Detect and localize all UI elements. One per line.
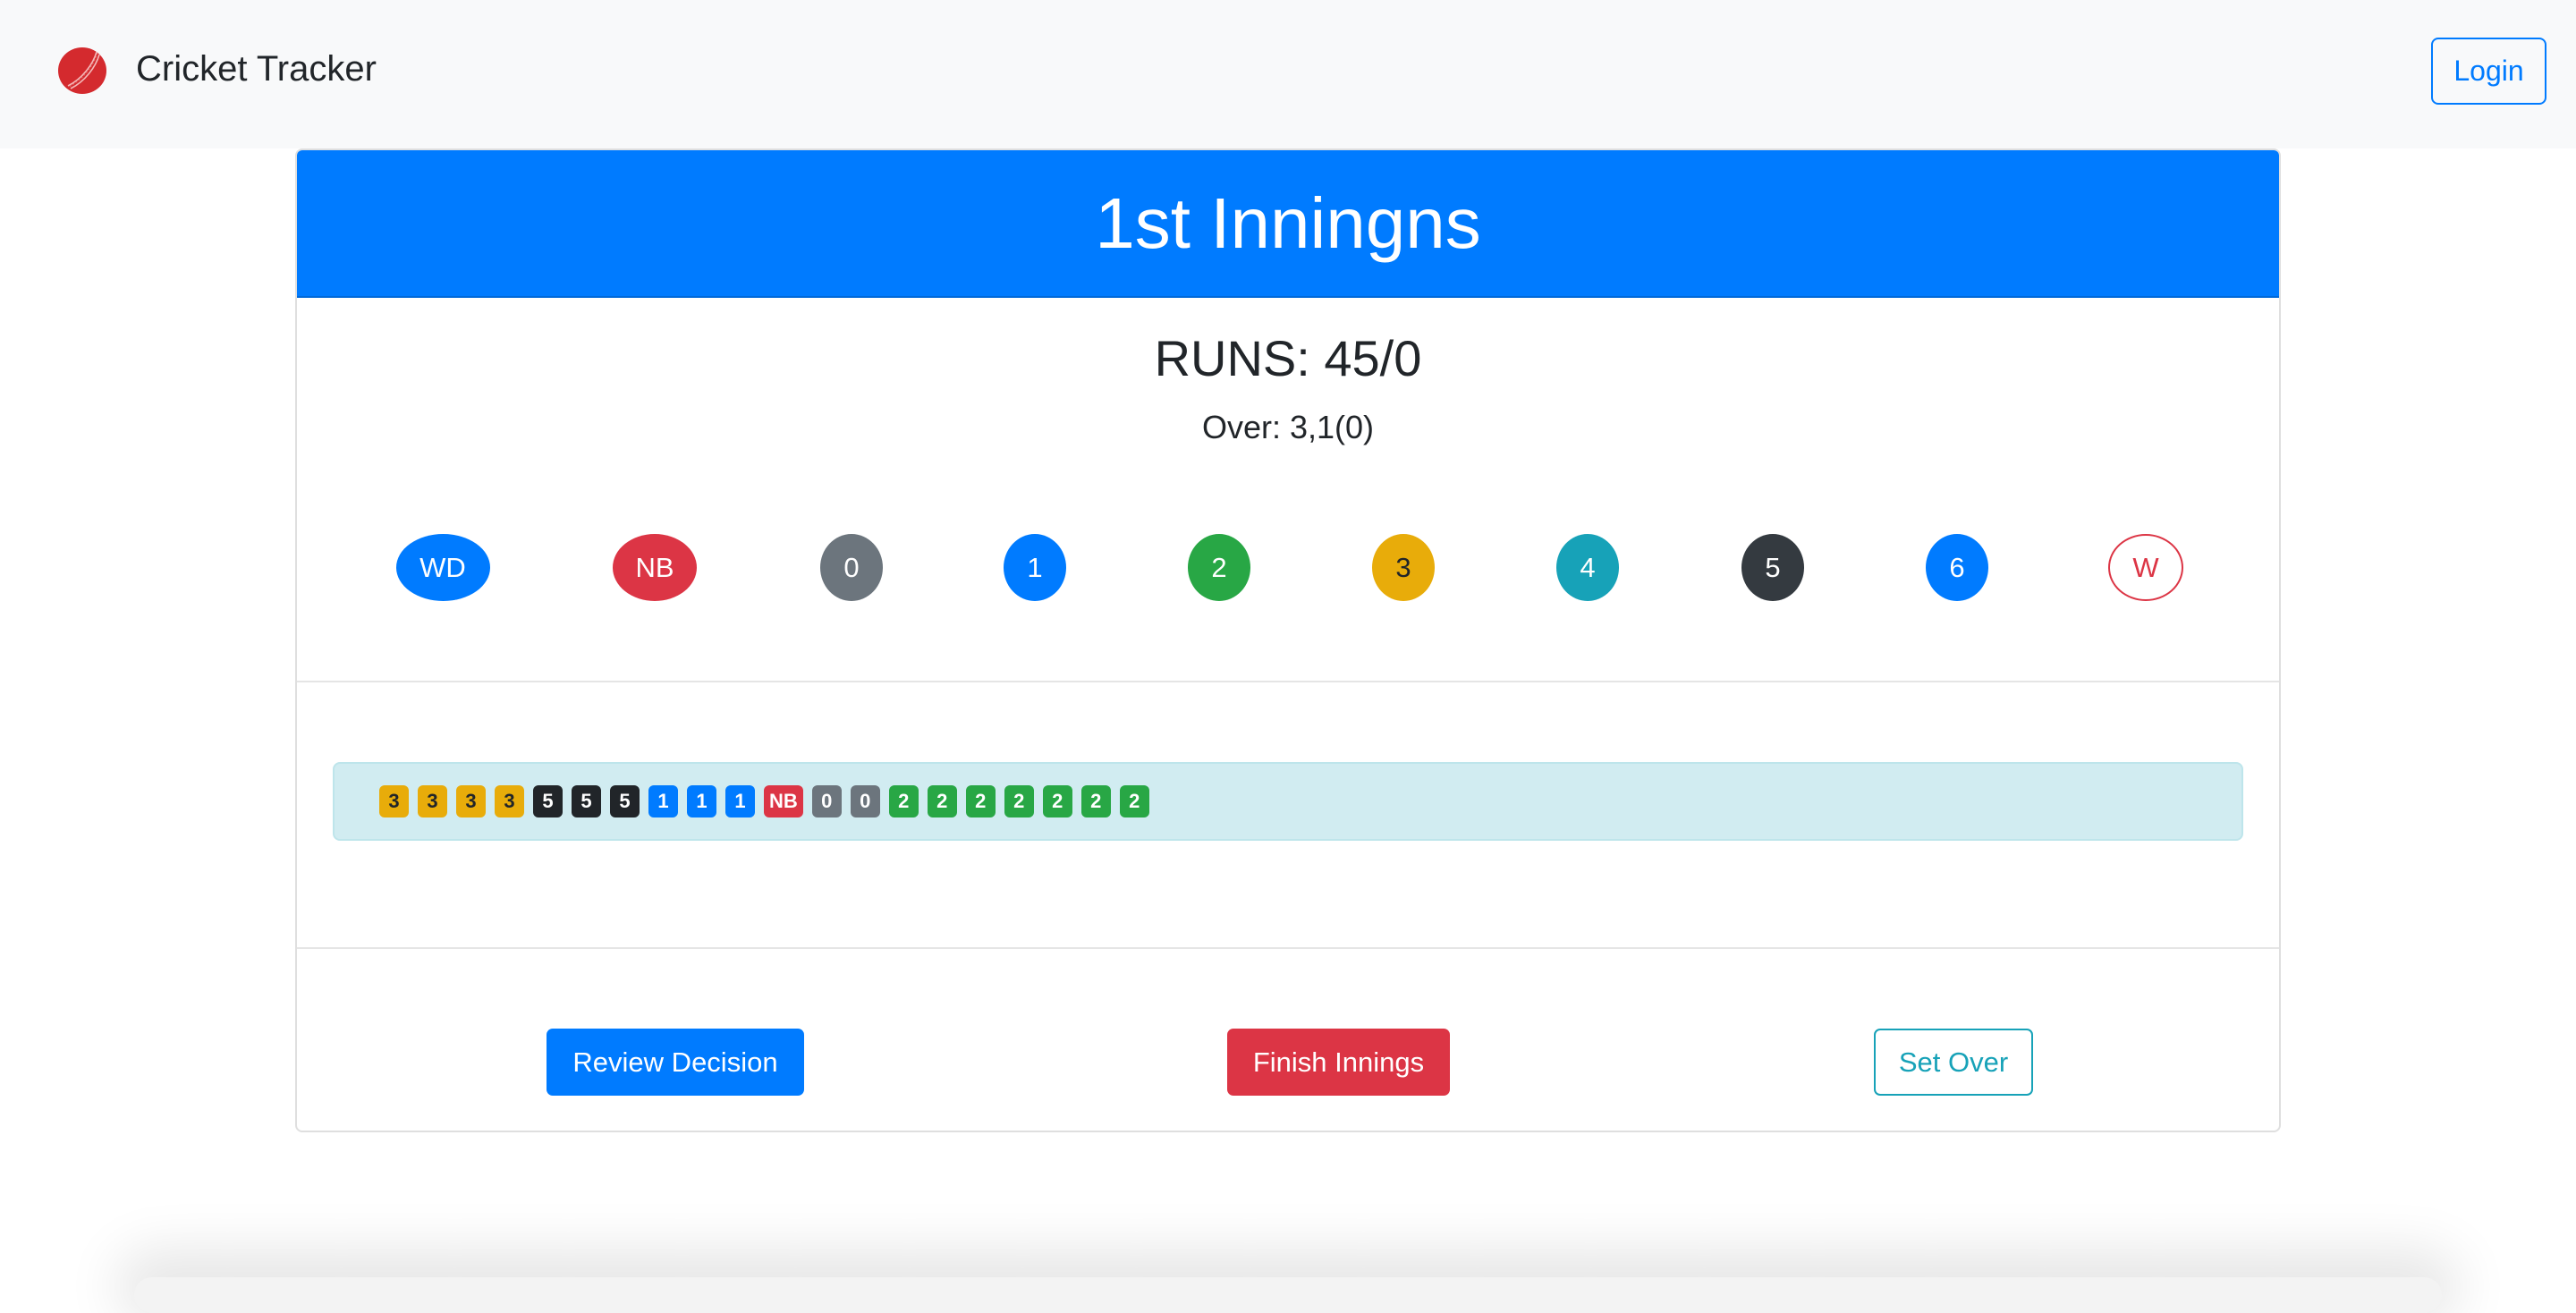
ball-log-badge: 1 bbox=[648, 785, 678, 817]
ball-log-badge: 2 bbox=[927, 785, 957, 817]
ball-log-badge: 2 bbox=[965, 785, 996, 817]
section-divider bbox=[297, 947, 2279, 949]
ball-log-badge: NB bbox=[764, 785, 803, 817]
ball-log-badge: 0 bbox=[811, 785, 842, 817]
ball-log-badge: 1 bbox=[725, 785, 755, 817]
ball-log-badge: 2 bbox=[1080, 785, 1111, 817]
finish-innings-button[interactable]: Finish Innings bbox=[1227, 1029, 1450, 1096]
ball-log-badge: 3 bbox=[418, 785, 447, 817]
ball-log-badge: 3 bbox=[456, 785, 486, 817]
ball-log-badge: 2 bbox=[888, 785, 919, 817]
shot-button-6[interactable]: 6 bbox=[1926, 534, 1988, 601]
ball-log-badge: 2 bbox=[1042, 785, 1072, 817]
ball-log-badge: 2 bbox=[1119, 785, 1149, 817]
set-over-button[interactable]: Set Over bbox=[1874, 1029, 2033, 1096]
ball-log-badge: 3 bbox=[495, 785, 524, 817]
login-button[interactable]: Login bbox=[2431, 38, 2546, 105]
over-count: Over: 3,1(0) bbox=[1201, 409, 1375, 445]
shot-button-3[interactable]: 3 bbox=[1372, 534, 1435, 601]
innings-title: 1st Inningns bbox=[297, 150, 2279, 298]
bottom-panel-shadow bbox=[134, 1277, 2442, 1313]
shot-button-row: WD NB 0 1 2 3 4 5 6 W bbox=[297, 534, 2279, 601]
ball-log: 3 3 3 3 5 5 5 1 1 1 NB 0 0 2 2 2 2 2 2 2 bbox=[333, 762, 2243, 841]
brand-title[interactable]: Cricket Tracker bbox=[136, 45, 377, 93]
shot-button-wd[interactable]: WD bbox=[395, 534, 490, 601]
ball-log-badge: 5 bbox=[610, 785, 640, 817]
innings-card: 1st Inningns RUNS: 45/0 Over: 3,1(0) WD N… bbox=[295, 148, 2281, 1132]
cricket-ball-icon bbox=[58, 47, 106, 94]
ball-log-badge: 2 bbox=[1004, 785, 1034, 817]
navbar: Cricket Tracker Login bbox=[0, 0, 2576, 148]
shot-button-2[interactable]: 2 bbox=[1188, 534, 1250, 601]
shot-button-0[interactable]: 0 bbox=[820, 534, 883, 601]
ball-log-badges: 3 3 3 3 5 5 5 1 1 1 NB 0 0 2 2 2 2 2 2 2 bbox=[379, 785, 1149, 817]
shot-button-5[interactable]: 5 bbox=[1741, 534, 1804, 601]
ball-log-badge: 0 bbox=[850, 785, 880, 817]
ball-log-badge: 1 bbox=[687, 785, 716, 817]
ball-log-badge: 5 bbox=[533, 785, 563, 817]
runs-score: RUNS: 45/0 bbox=[1154, 330, 1422, 386]
shot-button-w[interactable]: W bbox=[2108, 534, 2183, 601]
shot-button-1[interactable]: 1 bbox=[1004, 534, 1066, 601]
shot-button-4[interactable]: 4 bbox=[1556, 534, 1619, 601]
section-divider bbox=[297, 681, 2279, 682]
ball-log-badge: 3 bbox=[379, 785, 409, 817]
ball-log-badge: 5 bbox=[572, 785, 601, 817]
shot-button-nb[interactable]: NB bbox=[613, 534, 697, 601]
review-decision-button[interactable]: Review Decision bbox=[547, 1029, 804, 1096]
